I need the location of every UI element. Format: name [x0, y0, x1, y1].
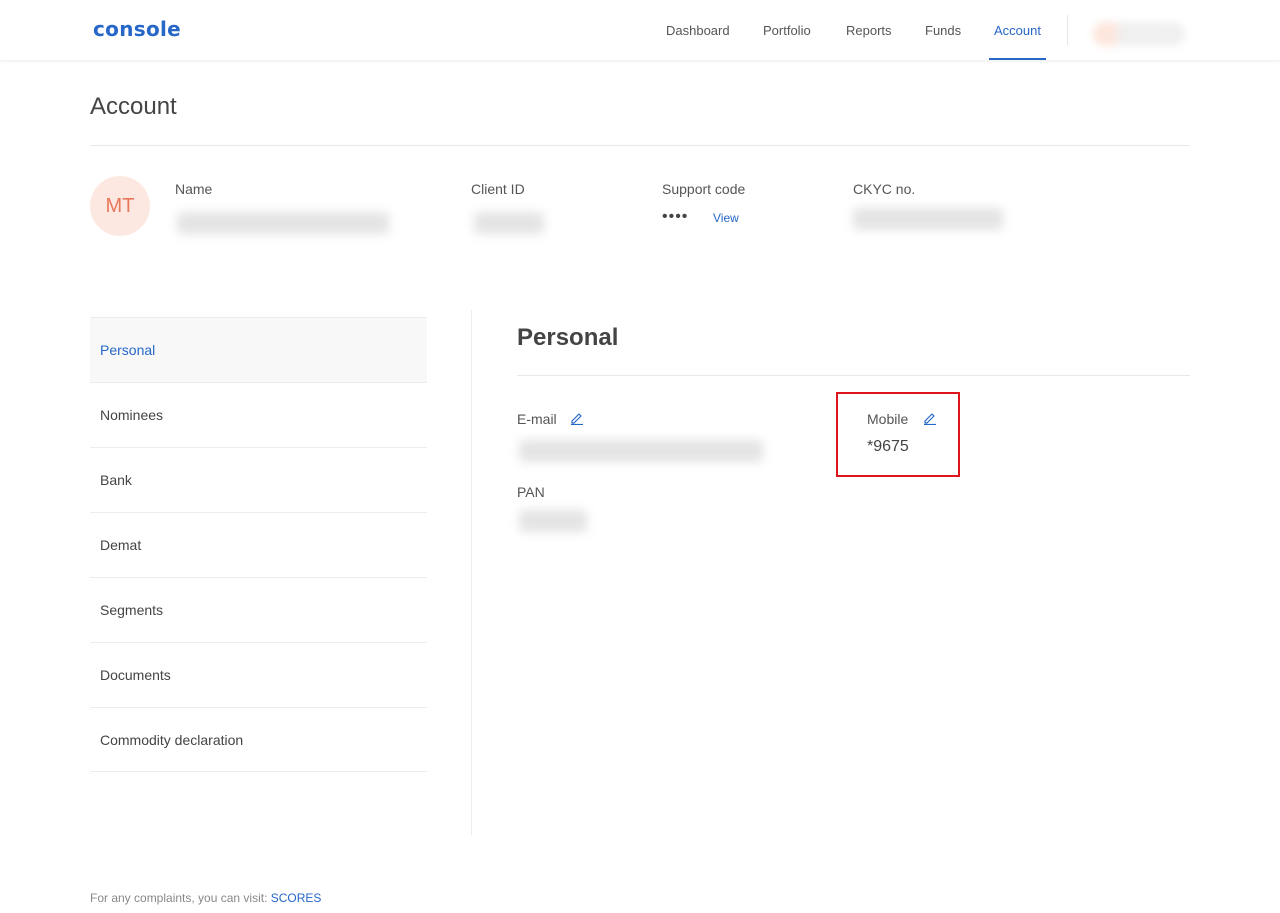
nav-portfolio[interactable]: Portfolio: [763, 0, 811, 60]
side-item-segments[interactable]: Segments: [90, 577, 427, 642]
email-label: E-mail: [517, 411, 557, 427]
email-value-redacted: [519, 440, 763, 462]
top-navbar: console Dashboard Portfolio Reports Fund…: [0, 0, 1280, 60]
nav-divider: [1067, 15, 1068, 45]
support-code-label: Support code: [662, 181, 746, 197]
ckyc-value-redacted: [853, 208, 1003, 230]
side-item-personal[interactable]: Personal: [90, 317, 427, 382]
page-title: Account: [90, 93, 177, 120]
side-item-bank[interactable]: Bank: [90, 447, 427, 512]
side-item-nominees[interactable]: Nominees: [90, 382, 427, 447]
section-divider: [517, 375, 1190, 376]
vertical-divider: [471, 310, 472, 835]
support-code-masked: ••••: [662, 208, 689, 225]
name-label: Name: [175, 181, 213, 197]
footer: For any complaints, you can visit: SCORE…: [90, 891, 321, 905]
nav-funds[interactable]: Funds: [925, 0, 961, 60]
nav-dashboard[interactable]: Dashboard: [666, 0, 730, 60]
ckyc-label: CKYC no.: [853, 181, 916, 197]
footer-text: For any complaints, you can visit:: [90, 891, 271, 905]
header-divider: [90, 145, 1190, 146]
client-id-value-redacted: [474, 212, 544, 234]
email-edit-icon[interactable]: [570, 411, 584, 425]
side-item-documents[interactable]: Documents: [90, 642, 427, 707]
client-id-label: Client ID: [471, 181, 525, 197]
nav-reports[interactable]: Reports: [846, 0, 892, 60]
mobile-highlight-box: [836, 392, 960, 477]
console-logo[interactable]: console: [93, 17, 181, 41]
name-value-redacted: [177, 212, 389, 234]
pan-label: PAN: [517, 484, 545, 500]
section-title: Personal: [517, 324, 619, 351]
account-side-menu: Personal Nominees Bank Demat Segments Do…: [90, 317, 427, 772]
side-item-demat[interactable]: Demat: [90, 512, 427, 577]
support-code-view-link[interactable]: View: [713, 211, 739, 225]
avatar: MT: [90, 176, 150, 236]
scores-link[interactable]: SCORES: [271, 891, 322, 905]
user-menu-redacted[interactable]: [1093, 22, 1185, 46]
nav-account[interactable]: Account: [989, 0, 1046, 60]
pan-value-redacted: [519, 510, 587, 532]
side-item-commodity-declaration[interactable]: Commodity declaration: [90, 707, 427, 772]
